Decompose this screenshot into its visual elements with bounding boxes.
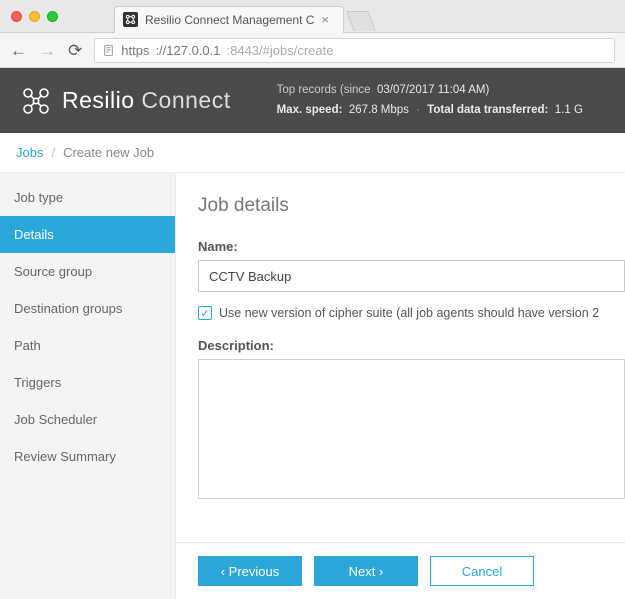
name-label: Name: bbox=[198, 239, 625, 254]
step-label: Review Summary bbox=[14, 449, 116, 464]
forward-icon[interactable]: → bbox=[39, 42, 56, 59]
header-stats: Top records (since 03/07/2017 11:04 AM) … bbox=[277, 81, 583, 120]
step-label: Path bbox=[14, 338, 41, 353]
step-details[interactable]: Details bbox=[0, 216, 175, 253]
back-icon[interactable]: ← bbox=[10, 42, 27, 59]
minimize-window-icon[interactable] bbox=[29, 11, 40, 22]
new-tab-button[interactable] bbox=[346, 11, 375, 31]
wizard-footer: ‹ Previous Next › Cancel bbox=[176, 542, 625, 599]
page-body: Job type Details Source group Destinatio… bbox=[0, 173, 625, 599]
breadcrumb-separator: / bbox=[51, 145, 55, 160]
description-label: Description: bbox=[198, 338, 625, 353]
step-label: Job type bbox=[14, 190, 63, 205]
favicon-icon bbox=[123, 12, 138, 27]
breadcrumb-root[interactable]: Jobs bbox=[16, 145, 43, 160]
brand-name-2: Connect bbox=[141, 87, 230, 113]
close-tab-icon[interactable]: × bbox=[321, 12, 329, 27]
step-destination-groups[interactable]: Destination groups bbox=[0, 290, 175, 327]
step-review-summary[interactable]: Review Summary bbox=[0, 438, 175, 475]
step-label: Job Scheduler bbox=[14, 412, 97, 427]
tab-title: Resilio Connect Management C bbox=[145, 13, 314, 27]
top-records-value: 03/07/2017 11:04 AM) bbox=[377, 84, 489, 96]
zoom-window-icon[interactable] bbox=[47, 11, 58, 22]
previous-button[interactable]: ‹ Previous bbox=[198, 556, 302, 586]
name-input[interactable] bbox=[198, 260, 625, 292]
page-title: Job details bbox=[198, 195, 625, 217]
top-records-label: Top records (since bbox=[277, 84, 371, 96]
nav-controls: ← → ⟳ bbox=[10, 42, 82, 59]
step-source-group[interactable]: Source group bbox=[0, 253, 175, 290]
description-input[interactable] bbox=[198, 359, 625, 499]
app-header: Resilio Connect Top records (since 03/07… bbox=[0, 68, 625, 133]
browser-toolbar: ← → ⟳ https ://127.0.0.1 :8443/#jobs/creat… bbox=[0, 33, 625, 68]
cipher-row[interactable]: ✓ Use new version of cipher suite (all j… bbox=[198, 306, 625, 320]
cancel-button[interactable]: Cancel bbox=[430, 556, 534, 586]
address-bar[interactable]: https ://127.0.0.1 :8443/#jobs/create bbox=[94, 38, 615, 63]
main-panel: Job details Name: ✓ Use new version of c… bbox=[176, 173, 625, 599]
checkbox-icon[interactable]: ✓ bbox=[198, 306, 212, 320]
url-path: :8443/#jobs/create bbox=[227, 43, 334, 58]
brand-logo-icon bbox=[20, 85, 52, 117]
breadcrumb-current: Create new Job bbox=[63, 145, 154, 160]
step-job-scheduler[interactable]: Job Scheduler bbox=[0, 401, 175, 438]
step-label: Triggers bbox=[14, 375, 61, 390]
step-triggers[interactable]: Triggers bbox=[0, 364, 175, 401]
step-job-type[interactable]: Job type bbox=[0, 179, 175, 216]
total-data-label: Total data transferred: bbox=[427, 104, 548, 116]
breadcrumb: Jobs / Create new Job bbox=[0, 133, 625, 173]
url-host: ://127.0.0.1 bbox=[155, 43, 220, 58]
wizard-steps: Job type Details Source group Destinatio… bbox=[0, 173, 176, 599]
page-info-icon[interactable] bbox=[102, 44, 115, 57]
window-titlebar: Resilio Connect Management C × bbox=[0, 0, 625, 33]
total-data-value: 1.1 G bbox=[555, 104, 583, 116]
brand-name-1: Resilio bbox=[62, 87, 135, 113]
step-path[interactable]: Path bbox=[0, 327, 175, 364]
close-window-icon[interactable] bbox=[11, 11, 22, 22]
max-speed-value: 267.8 Mbps bbox=[349, 104, 409, 116]
traffic-lights bbox=[0, 11, 58, 22]
next-button[interactable]: Next › bbox=[314, 556, 418, 586]
browser-tab[interactable]: Resilio Connect Management C × bbox=[114, 6, 344, 33]
reload-icon[interactable]: ⟳ bbox=[68, 42, 82, 59]
cipher-label: Use new version of cipher suite (all job… bbox=[219, 306, 599, 320]
url-scheme: https bbox=[121, 43, 149, 58]
step-label: Source group bbox=[14, 264, 92, 279]
step-label: Destination groups bbox=[14, 301, 122, 316]
brand: Resilio Connect bbox=[20, 85, 231, 117]
step-label: Details bbox=[14, 227, 54, 242]
max-speed-label: Max. speed: bbox=[277, 104, 343, 116]
